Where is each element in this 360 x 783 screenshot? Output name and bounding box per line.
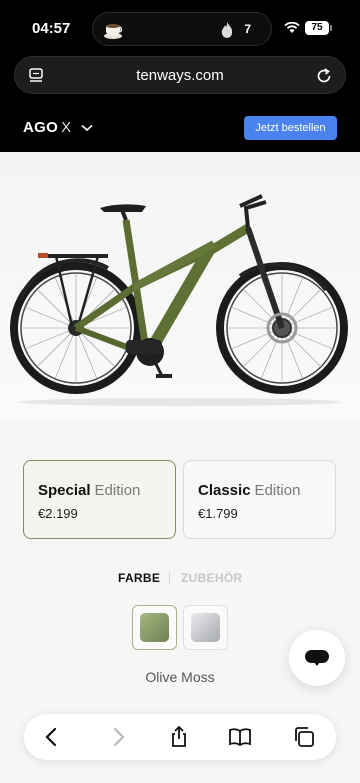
forward-icon bbox=[113, 727, 125, 747]
color-swatch-olive-moss[interactable] bbox=[132, 605, 177, 650]
share-button[interactable] bbox=[167, 725, 191, 749]
chat-button[interactable] bbox=[289, 630, 345, 686]
tab-accessories[interactable]: ZUBEHÖR bbox=[181, 571, 242, 585]
url-field[interactable]: tenways.com bbox=[14, 56, 346, 94]
tabs-button[interactable] bbox=[292, 725, 316, 749]
dynamic-island[interactable]: 7 bbox=[92, 12, 272, 46]
model-name: AGO bbox=[23, 119, 59, 136]
flame-icon bbox=[221, 22, 233, 38]
browser-toolbar-area bbox=[0, 705, 360, 783]
bookmarks-icon bbox=[229, 728, 251, 747]
browser-toolbar bbox=[24, 714, 336, 760]
edition-price: €1.799 bbox=[198, 506, 238, 521]
coffee-cup-icon bbox=[104, 24, 123, 39]
bike-image bbox=[10, 194, 348, 406]
reload-icon[interactable] bbox=[315, 67, 333, 85]
edition-title: Classic Edition bbox=[198, 482, 301, 499]
swatch-fill bbox=[191, 613, 220, 642]
tab-color[interactable]: FARBE bbox=[118, 571, 160, 585]
battery-icon: 75 bbox=[305, 21, 332, 35]
back-button[interactable] bbox=[40, 725, 64, 749]
share-icon bbox=[172, 725, 186, 747]
color-swatch-grey[interactable] bbox=[183, 605, 228, 650]
bookmarks-button[interactable] bbox=[228, 725, 252, 749]
wifi-icon bbox=[284, 22, 300, 33]
option-tabs: FARBE ZUBEHÖR bbox=[0, 570, 360, 588]
chevron-down-icon bbox=[81, 124, 93, 131]
activity-count: 7 bbox=[244, 22, 251, 36]
url-text: tenways.com bbox=[136, 67, 224, 84]
product-hero bbox=[0, 152, 360, 420]
edition-title: Special Edition bbox=[38, 482, 141, 499]
status-time: 04:57 bbox=[32, 20, 71, 37]
tabs-icon bbox=[295, 727, 314, 747]
order-now-button[interactable]: Jetzt bestellen bbox=[244, 116, 337, 140]
model-selector[interactable]: AGO X bbox=[23, 119, 93, 136]
status-bar: 04:57 7 75 bbox=[0, 0, 360, 56]
back-icon bbox=[45, 727, 57, 747]
forward-button[interactable] bbox=[106, 725, 130, 749]
model-suffix: X bbox=[61, 119, 72, 136]
browser-address-bar: tenways.com bbox=[0, 56, 360, 96]
chat-bubble-icon bbox=[305, 650, 329, 666]
edition-card-classic[interactable]: Classic Edition €1.799 bbox=[183, 460, 336, 539]
edition-price: €2.199 bbox=[38, 506, 78, 521]
site-header: AGO X Jetzt bestellen bbox=[0, 96, 360, 152]
edition-card-special[interactable]: Special Edition €2.199 bbox=[23, 460, 176, 539]
swatch-fill bbox=[140, 613, 169, 642]
tab-divider bbox=[169, 572, 170, 584]
